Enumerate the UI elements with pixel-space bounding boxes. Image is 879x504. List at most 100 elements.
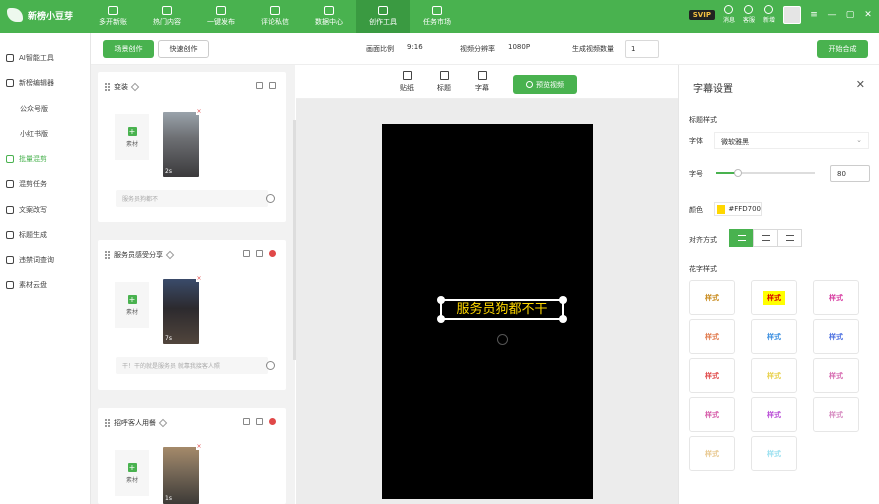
nav-item-task-market[interactable]: 任务市场 (410, 0, 464, 33)
nav-item-publish[interactable]: 一键发布 (194, 0, 248, 33)
clock-icon[interactable] (266, 194, 275, 203)
sidebar-item-rewrite[interactable]: 文案改写 (6, 205, 47, 215)
fancy-style-option[interactable]: 样式 (813, 319, 859, 354)
align-right-button[interactable] (777, 229, 802, 247)
sidebar-item-ai-tools[interactable]: AI智能工具 (6, 53, 54, 63)
avatar[interactable] (783, 5, 801, 24)
sidebar-item-mix-tasks[interactable]: 混剪任务 (6, 179, 47, 189)
start-compose-button[interactable]: 开始合成 (817, 40, 868, 58)
person-icon[interactable] (243, 418, 250, 425)
new-button[interactable]: 新增 (763, 5, 775, 24)
task-icon (432, 6, 442, 15)
delete-icon[interactable] (269, 418, 276, 425)
video-thumbnail[interactable]: × 2s (163, 109, 202, 177)
preview-video-button[interactable]: 预览视频 (513, 75, 577, 94)
resolution-select[interactable]: 1080P (508, 43, 530, 51)
edit-icon[interactable] (165, 250, 175, 260)
remove-icon[interactable]: × (196, 276, 202, 282)
fancy-style-option[interactable]: 样式 (689, 280, 735, 315)
fancy-style-option[interactable]: 样式 (751, 319, 797, 354)
fancy-style-option[interactable]: 样式 (751, 436, 797, 471)
menu-icon[interactable]: ≡ (809, 10, 819, 20)
fancy-style-option[interactable]: 样式 (751, 280, 797, 315)
scene-create-button[interactable]: 场景创作 (103, 40, 154, 58)
service-button[interactable]: 客服 (743, 5, 755, 24)
fancy-style-option[interactable]: 样式 (689, 436, 735, 471)
nav-item-multi-account[interactable]: 多开新账 (86, 0, 140, 33)
volume-icon[interactable] (256, 250, 263, 257)
subtitle-tool[interactable]: 字幕 (475, 71, 489, 93)
fancy-style-label: 样式 (829, 371, 843, 380)
sidebar-item-wechat-version[interactable]: 公众号版 (20, 104, 48, 114)
fancy-style-option[interactable]: 样式 (813, 280, 859, 315)
size-input[interactable]: 80 (830, 165, 870, 182)
svip-badge[interactable]: SVIP (688, 9, 715, 20)
subtitle-input[interactable]: 服务员狗都不 (116, 190, 268, 207)
resize-handle[interactable] (559, 315, 567, 323)
slider-thumb[interactable] (733, 169, 742, 177)
fancy-style-label: 样式 (829, 332, 843, 341)
size-slider[interactable] (716, 169, 815, 177)
fancy-style-option[interactable]: 样式 (689, 397, 735, 432)
volume-icon[interactable] (256, 418, 263, 425)
aspect-select[interactable]: 9:16 (407, 43, 423, 51)
clip-duration: 2s (165, 168, 172, 175)
resize-handle[interactable] (437, 315, 445, 323)
remove-icon[interactable]: × (196, 444, 202, 450)
clock-icon[interactable] (266, 361, 275, 370)
add-material-button[interactable]: + 素材 (115, 114, 149, 160)
sidebar-item-xhs-version[interactable]: 小红书版 (20, 129, 48, 139)
person-icon[interactable] (243, 250, 250, 257)
caption-box[interactable]: 服务员狗都不干 (437, 296, 567, 323)
sidebar-item-editor[interactable]: 新榜编辑器 (6, 78, 54, 88)
resize-handle[interactable] (559, 296, 567, 304)
fancy-style-label: 样式 (763, 290, 785, 305)
fancy-style-label: 样式 (767, 371, 781, 380)
nav-item-hot-content[interactable]: 热门内容 (140, 0, 194, 33)
fancy-style-option[interactable]: 样式 (689, 319, 735, 354)
count-label: 生成视频数量 (572, 45, 614, 53)
nav-item-data-center[interactable]: 数据中心 (302, 0, 356, 33)
person-icon[interactable] (256, 82, 263, 89)
edit-icon[interactable] (158, 418, 168, 428)
align-left-button[interactable] (729, 229, 754, 247)
remove-icon[interactable]: × (196, 109, 202, 115)
video-thumbnail[interactable]: × 1s (163, 444, 202, 504)
add-material-button[interactable]: + 素材 (115, 450, 149, 496)
resize-handle[interactable] (437, 296, 445, 304)
drag-handle-icon[interactable] (105, 83, 110, 91)
close-window-icon[interactable]: ✕ (863, 10, 873, 20)
align-center-button[interactable] (753, 229, 778, 247)
quick-create-button[interactable]: 快速创作 (158, 40, 209, 58)
video-thumbnail[interactable]: × 7s (163, 276, 202, 344)
fancy-style-option[interactable]: 样式 (813, 358, 859, 393)
fancy-style-option[interactable]: 样式 (751, 358, 797, 393)
scene-actions (256, 82, 276, 89)
sidebar-item-batch-mix[interactable]: 批量混剪 (6, 154, 47, 164)
color-picker[interactable]: #FFD700 (714, 202, 762, 216)
rotate-icon[interactable] (497, 334, 508, 345)
fancy-style-option[interactable]: 样式 (813, 397, 859, 432)
sidebar-item-title-gen[interactable]: 标题生成 (6, 230, 47, 240)
drag-handle-icon[interactable] (105, 419, 110, 427)
fancy-style-option[interactable]: 样式 (751, 397, 797, 432)
sidebar-item-cloud-drive[interactable]: 素材云盘 (6, 280, 47, 290)
message-button[interactable]: 消息 (723, 5, 735, 24)
add-material-button[interactable]: + 素材 (115, 282, 149, 328)
close-icon[interactable]: ✕ (856, 78, 865, 91)
sidebar-item-banned-words[interactable]: 违禁词查询 (6, 255, 54, 265)
sticker-tool[interactable]: 贴纸 (400, 71, 414, 93)
volume-icon[interactable] (269, 82, 276, 89)
fancy-style-option[interactable]: 样式 (689, 358, 735, 393)
title-tool[interactable]: 标题 (437, 71, 451, 93)
drag-handle-icon[interactable] (105, 251, 110, 259)
font-select[interactable]: 微软雅黑 ⌄ (714, 132, 869, 149)
nav-item-comments[interactable]: 评论私信 (248, 0, 302, 33)
maximize-icon[interactable]: ▢ (845, 10, 855, 20)
delete-icon[interactable] (269, 250, 276, 257)
minimize-icon[interactable]: — (827, 10, 837, 20)
edit-icon[interactable] (130, 82, 140, 92)
subtitle-input[interactable]: 干！干的就是服务员 就靠我接客人照 (116, 357, 268, 374)
count-input[interactable]: 1 (625, 40, 659, 58)
nav-item-creation-tools[interactable]: 创作工具 (356, 0, 410, 33)
